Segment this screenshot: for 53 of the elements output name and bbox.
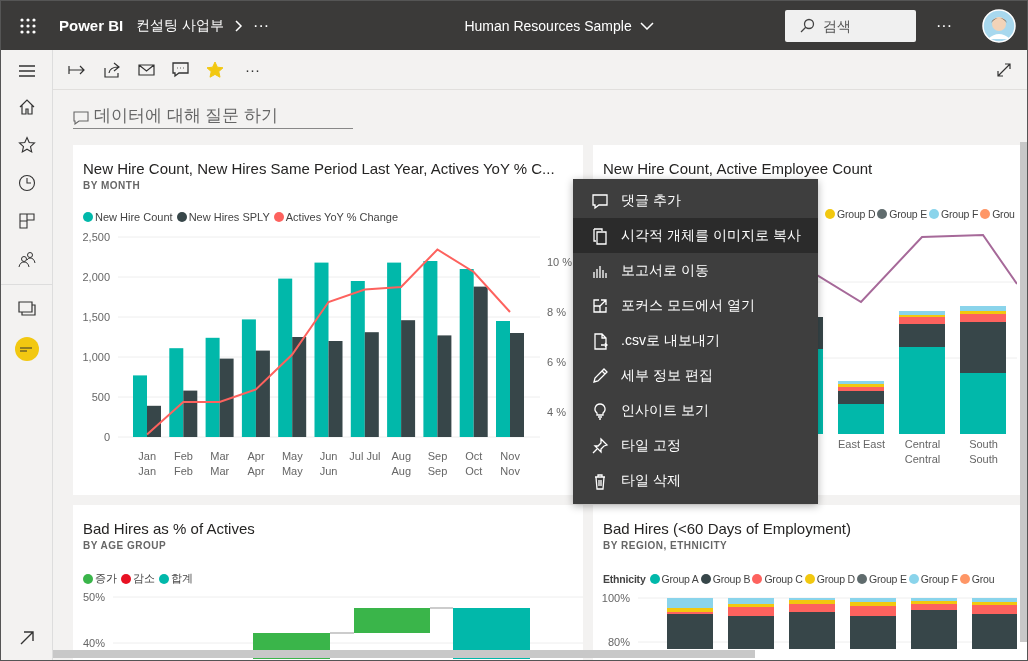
legend-label: Group C (764, 573, 803, 585)
axis-label: Jul Jul (348, 449, 382, 464)
legend-label: Grou (992, 208, 1015, 220)
axis-label: 1,500 (82, 311, 110, 323)
legend-label: Actives YoY % Change (285, 211, 399, 223)
axis-label: Aug Aug (390, 449, 412, 479)
axis-label: 500 (91, 391, 110, 403)
axis-label: Nov Nov (499, 449, 521, 479)
axis-label: 6 % (547, 356, 566, 368)
axis-label: Central Central (903, 437, 942, 467)
axis-label: Oct Oct (464, 449, 484, 479)
axis-label: 80% (607, 636, 630, 648)
axis-label: May May (280, 449, 304, 479)
axis-label: 50% (82, 591, 105, 603)
legend-label: Grou (971, 573, 995, 585)
axis-label: Jan Jan (137, 449, 157, 479)
legend-label: Group A (661, 573, 699, 585)
axis-label: Feb Feb (172, 449, 194, 479)
axis-label: 10 % (547, 256, 573, 268)
legend-label: Group D (837, 208, 876, 220)
legend-label: Group F (920, 573, 958, 585)
axis-label: Apr Apr (246, 449, 266, 479)
tile-subtitle: BY MONTH (83, 180, 142, 191)
axis-label: Sep Sep (426, 449, 449, 479)
tile-title: New Hire Count, New Hires Same Period Last Year, Actives YoY % C... (83, 160, 556, 177)
legend-title: Ethnicity (603, 573, 646, 585)
legend-label: 합계 (171, 571, 193, 586)
axis-label: 8 % (547, 306, 566, 318)
legend-label: Group D (816, 573, 855, 585)
axis-label: East East (836, 437, 887, 452)
tile-title: Bad Hires (<60 Days of Employment) (603, 520, 852, 537)
tile-subtitle: BY AGE GROUP (83, 540, 168, 551)
axis-label: 0 (103, 431, 110, 443)
tile-title: Bad Hires as % of Actives (83, 520, 256, 537)
axis-label: South South (968, 437, 999, 467)
axis-label: 2,500 (82, 231, 110, 243)
axis-label: Mar Mar (209, 449, 231, 479)
legend-label: Group E (889, 208, 927, 220)
legend-label: Group E (869, 573, 907, 585)
axis-label: 40% (82, 637, 105, 649)
axis-label: Jun Jun (318, 449, 339, 479)
axis-label: 100% (601, 592, 630, 604)
axis-label: 1,000 (82, 351, 110, 363)
axis-label: 4 % (547, 406, 566, 418)
legend-label: 증가 (95, 571, 117, 586)
tile-subtitle: BY REGION, ETHNICITY (603, 540, 729, 551)
legend-label: New Hires SPLY (188, 211, 270, 223)
tile-title: New Hire Count, Active Employee Count (603, 160, 874, 177)
legend-label: Group B (712, 573, 751, 585)
legend-label: Group F (941, 208, 979, 220)
legend-label: 감소 (133, 571, 155, 586)
axis-label: 2,000 (82, 271, 110, 283)
legend-label: New Hire Count (95, 211, 173, 223)
